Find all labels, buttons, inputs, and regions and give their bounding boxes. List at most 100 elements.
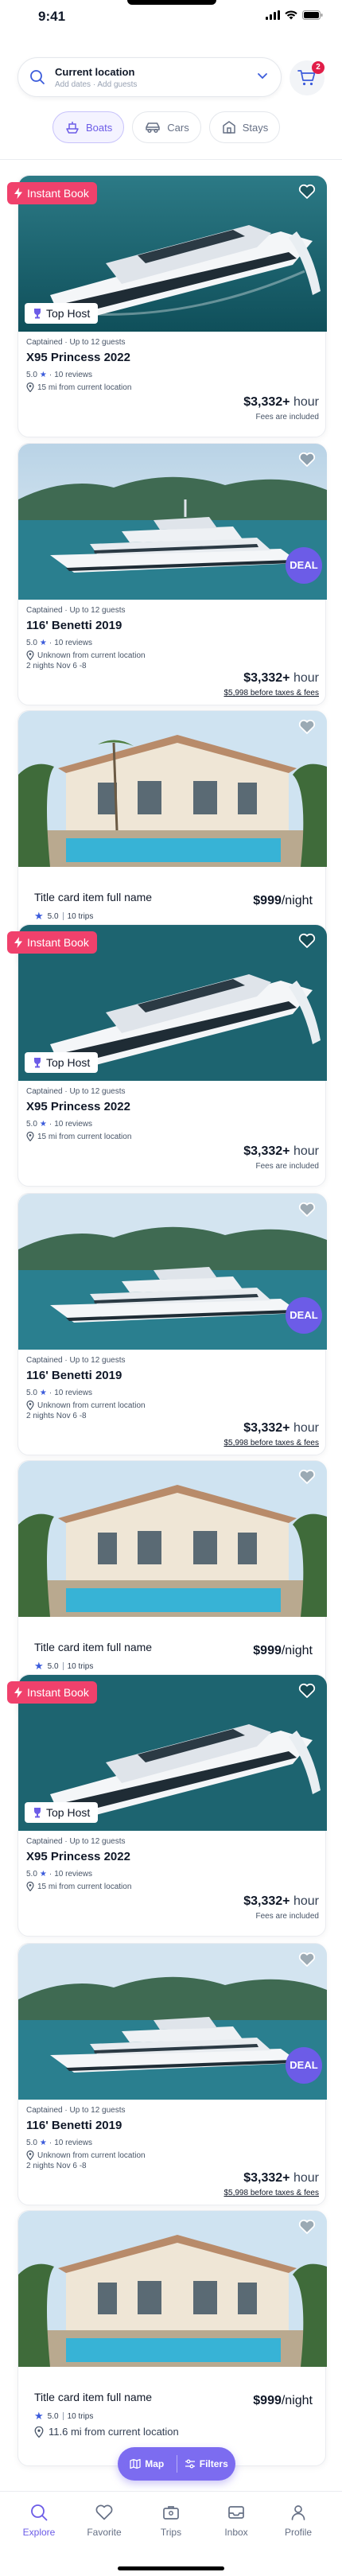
filters-button[interactable]: Filters xyxy=(177,2447,236,2481)
tab-boats[interactable]: Boats xyxy=(52,111,125,143)
search-icon xyxy=(30,70,45,84)
briefcase-icon xyxy=(163,2506,179,2520)
top-host-badge: Top Host xyxy=(25,1052,99,1073)
price-box: $3,332+ hour Fees are included xyxy=(243,1144,319,1171)
rating-sep: · xyxy=(49,2138,52,2147)
reviews-count: 10 reviews xyxy=(54,2138,93,2147)
favorite-heart-icon[interactable] xyxy=(298,452,316,468)
tab-stays[interactable]: Stays xyxy=(208,111,281,143)
listing-card-boat[interactable]: DEAL Captained · Up to 12 guests 116' Be… xyxy=(17,1193,327,1455)
price: $3,332+ hour xyxy=(243,1894,319,1909)
favorite-heart-icon[interactable] xyxy=(298,1202,316,1218)
instant-book-label: Instant Book xyxy=(27,187,89,200)
listing-photo xyxy=(18,2211,327,2367)
rating-value: 5.0 xyxy=(26,1388,37,1397)
rating-sep: · xyxy=(49,1388,52,1397)
map-filters-toggle: Map Filters xyxy=(118,2447,235,2481)
search-icon xyxy=(31,2504,48,2521)
listing-title: 116' Benetti 2019 xyxy=(26,619,122,632)
price-box: $3,332+ hour $5,998 before taxes & fees xyxy=(223,2171,319,2197)
location-distance: 15 mi from current location xyxy=(37,383,132,392)
location-row: 15 mi from current location xyxy=(26,1880,319,1893)
search-title: Current location xyxy=(55,66,135,78)
nav-inbox-label: Inbox xyxy=(224,2527,248,2538)
reviews-count: 10 reviews xyxy=(54,370,93,379)
divider xyxy=(0,159,342,160)
top-host-label: Top Host xyxy=(46,1806,91,1819)
nav-explore[interactable]: Explore xyxy=(11,2503,67,2538)
reviews-count: 10 reviews xyxy=(54,1119,93,1129)
favorite-heart-icon[interactable] xyxy=(298,719,316,735)
rating-value: 5.0 xyxy=(26,1869,37,1879)
rating-row: ★ 5.0 10 trips xyxy=(34,910,313,923)
instant-book-label: Instant Book xyxy=(27,1686,89,1699)
nav-trips[interactable]: Trips xyxy=(143,2503,199,2538)
price-note[interactable]: $5,998 before taxes & fees xyxy=(223,689,319,697)
price: $3,332+ hour xyxy=(223,1421,319,1436)
location-distance: Unknown from current location xyxy=(37,651,146,660)
nav-trips-label: Trips xyxy=(160,2527,182,2538)
listing-title: X95 Princess 2022 xyxy=(26,351,130,364)
rating-row: 5.0 ★ · 10 reviews xyxy=(26,636,319,649)
map-button-label: Map xyxy=(145,2458,165,2469)
nav-favorite[interactable]: Favorite xyxy=(76,2503,132,2538)
price: $3,332+ hour xyxy=(243,1144,319,1159)
price: $999/night xyxy=(253,2394,313,2408)
price: $3,332+ hour xyxy=(223,2171,319,2186)
location-row: 15 mi from current location xyxy=(26,381,319,394)
building-icon xyxy=(222,121,235,134)
listing-card-boat[interactable]: DEAL Captained · Up to 12 guests 116' Be… xyxy=(17,443,327,705)
listing-card-boat[interactable]: Instant Book Top Host Captained · Up to … xyxy=(7,924,327,1187)
listing-card-stay[interactable]: Title card item full name ★ 5.0 10 trips… xyxy=(17,2210,327,2466)
price: $999/night xyxy=(253,1644,313,1658)
instant-book-badge: Instant Book xyxy=(7,182,97,204)
favorite-heart-icon[interactable] xyxy=(298,933,316,949)
listing-card-boat[interactable]: Instant Book Top Host Captained · Up to … xyxy=(7,1674,327,1937)
location-pin-icon xyxy=(26,1882,34,1891)
home-indicator xyxy=(118,2566,224,2570)
bottom-nav: Explore Favorite Trips Inbox Profile xyxy=(0,2491,342,2576)
price-value: $3,332+ xyxy=(243,1421,290,1435)
location-pin-icon xyxy=(26,383,34,392)
rating-row: 5.0 ★ · 10 reviews xyxy=(26,368,319,381)
map-button[interactable]: Map xyxy=(118,2447,177,2481)
rating-divider xyxy=(62,2412,64,2420)
price-unit: /night xyxy=(281,894,313,907)
favorite-heart-icon[interactable] xyxy=(298,184,316,200)
listing-meta: Captained · Up to 12 guests xyxy=(26,606,126,615)
listing-title: 116' Benetti 2019 xyxy=(26,2119,122,2132)
nav-profile[interactable]: Profile xyxy=(270,2503,326,2538)
instant-book-label: Instant Book xyxy=(27,936,89,949)
location-search-bar[interactable]: Current location Add dates · Add guests xyxy=(17,57,282,97)
price-value: $3,332+ xyxy=(243,395,290,409)
reviews-count: 10 reviews xyxy=(54,1869,93,1879)
price-note[interactable]: $5,998 before taxes & fees xyxy=(223,1439,319,1447)
price-note[interactable]: $5,998 before taxes & fees xyxy=(223,2189,319,2197)
price-box: $3,332+ hour Fees are included xyxy=(243,1894,319,1921)
cart-button[interactable]: 2 xyxy=(290,60,325,95)
top-host-badge: Top Host xyxy=(25,1802,99,1823)
listing-card-boat[interactable]: DEAL Captained · Up to 12 guests 116' Be… xyxy=(17,1943,327,2205)
category-tabs: Boats Cars Stays xyxy=(52,111,281,143)
price-note: Fees are included xyxy=(255,413,320,422)
nav-inbox[interactable]: Inbox xyxy=(208,2503,264,2538)
tab-cars[interactable]: Cars xyxy=(132,111,201,143)
rating-sep: · xyxy=(49,1119,52,1129)
price-value: $999 xyxy=(253,2394,282,2407)
price-box: $3,332+ hour $5,998 before taxes & fees xyxy=(223,1421,319,1447)
favorite-heart-icon[interactable] xyxy=(298,1469,316,1485)
favorite-heart-icon[interactable] xyxy=(298,1952,316,1968)
listing-card-boat[interactable]: Instant Book Top Host Captained · Up to … xyxy=(7,175,327,437)
price-unit: hour xyxy=(293,1421,319,1435)
favorite-heart-icon[interactable] xyxy=(298,2219,316,2235)
star-icon: ★ xyxy=(39,1119,47,1129)
rating-row: ★ 5.0 10 trips xyxy=(34,1660,313,1673)
rating-row: 5.0 ★ · 10 reviews xyxy=(26,2136,319,2149)
trips-count: 10 trips xyxy=(67,2411,94,2421)
chevron-down-icon[interactable] xyxy=(257,72,268,80)
top-host-label: Top Host xyxy=(46,307,91,320)
favorite-heart-icon[interactable] xyxy=(298,1683,316,1699)
price-unit: hour xyxy=(293,671,319,685)
price-note: Fees are included xyxy=(255,1912,320,1921)
location-pin-icon xyxy=(26,651,34,660)
